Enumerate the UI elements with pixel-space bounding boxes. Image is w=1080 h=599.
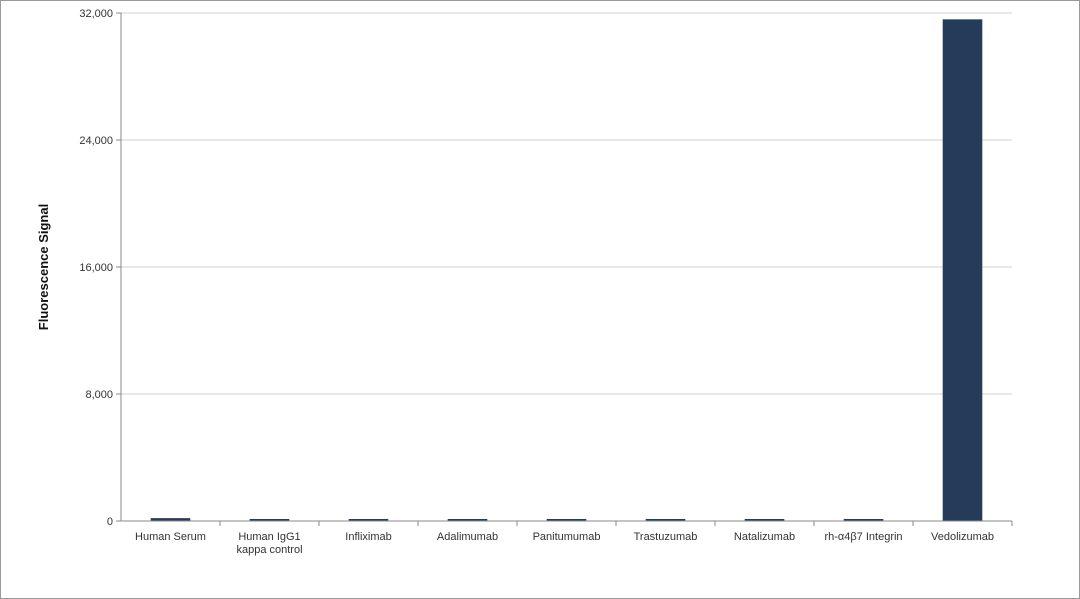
x-tick-label: Panitumumab bbox=[533, 531, 601, 543]
bars bbox=[150, 19, 983, 521]
y-tick-label: 32,000 bbox=[79, 8, 113, 20]
x-tick-labels: Human Serum Human IgG1 kappa control Inflix… bbox=[135, 531, 994, 556]
x-tick-label: Trastuzumab bbox=[634, 531, 698, 543]
chart-frame: 0 8,000 16,000 24,000 32,000 Human Serum Huma… bbox=[0, 0, 1080, 599]
x-tick-label: Natalizumab bbox=[734, 531, 795, 543]
x-tick-label: Adalimumab bbox=[437, 531, 498, 543]
x-tick-label: Human IgG1 kappa control bbox=[236, 531, 302, 556]
bar-chart: 08,00016,00024,00032,000 Human Serum Huma… bbox=[36, 8, 1013, 556]
axes bbox=[116, 12, 1013, 526]
x-tick-label: rh-α4β7 Integrin bbox=[824, 531, 902, 543]
y-tick-label: 24,000 bbox=[79, 135, 113, 147]
y-axis-title: Fluorescence Signal bbox=[36, 204, 51, 330]
y-tick-label: 0 bbox=[107, 516, 113, 528]
x-tick-label: Infliximab bbox=[345, 531, 391, 543]
y-tick-label: 8,000 bbox=[85, 389, 113, 401]
y-tick-label: 16,000 bbox=[79, 262, 113, 274]
x-tick-label: Human Serum bbox=[135, 531, 206, 543]
x-tick-label: Vedolizumab bbox=[931, 531, 994, 543]
bar bbox=[942, 19, 983, 521]
gridlines bbox=[121, 12, 1012, 395]
y-tick-labels: 0 8,000 16,000 24,000 32,000 bbox=[79, 8, 113, 528]
